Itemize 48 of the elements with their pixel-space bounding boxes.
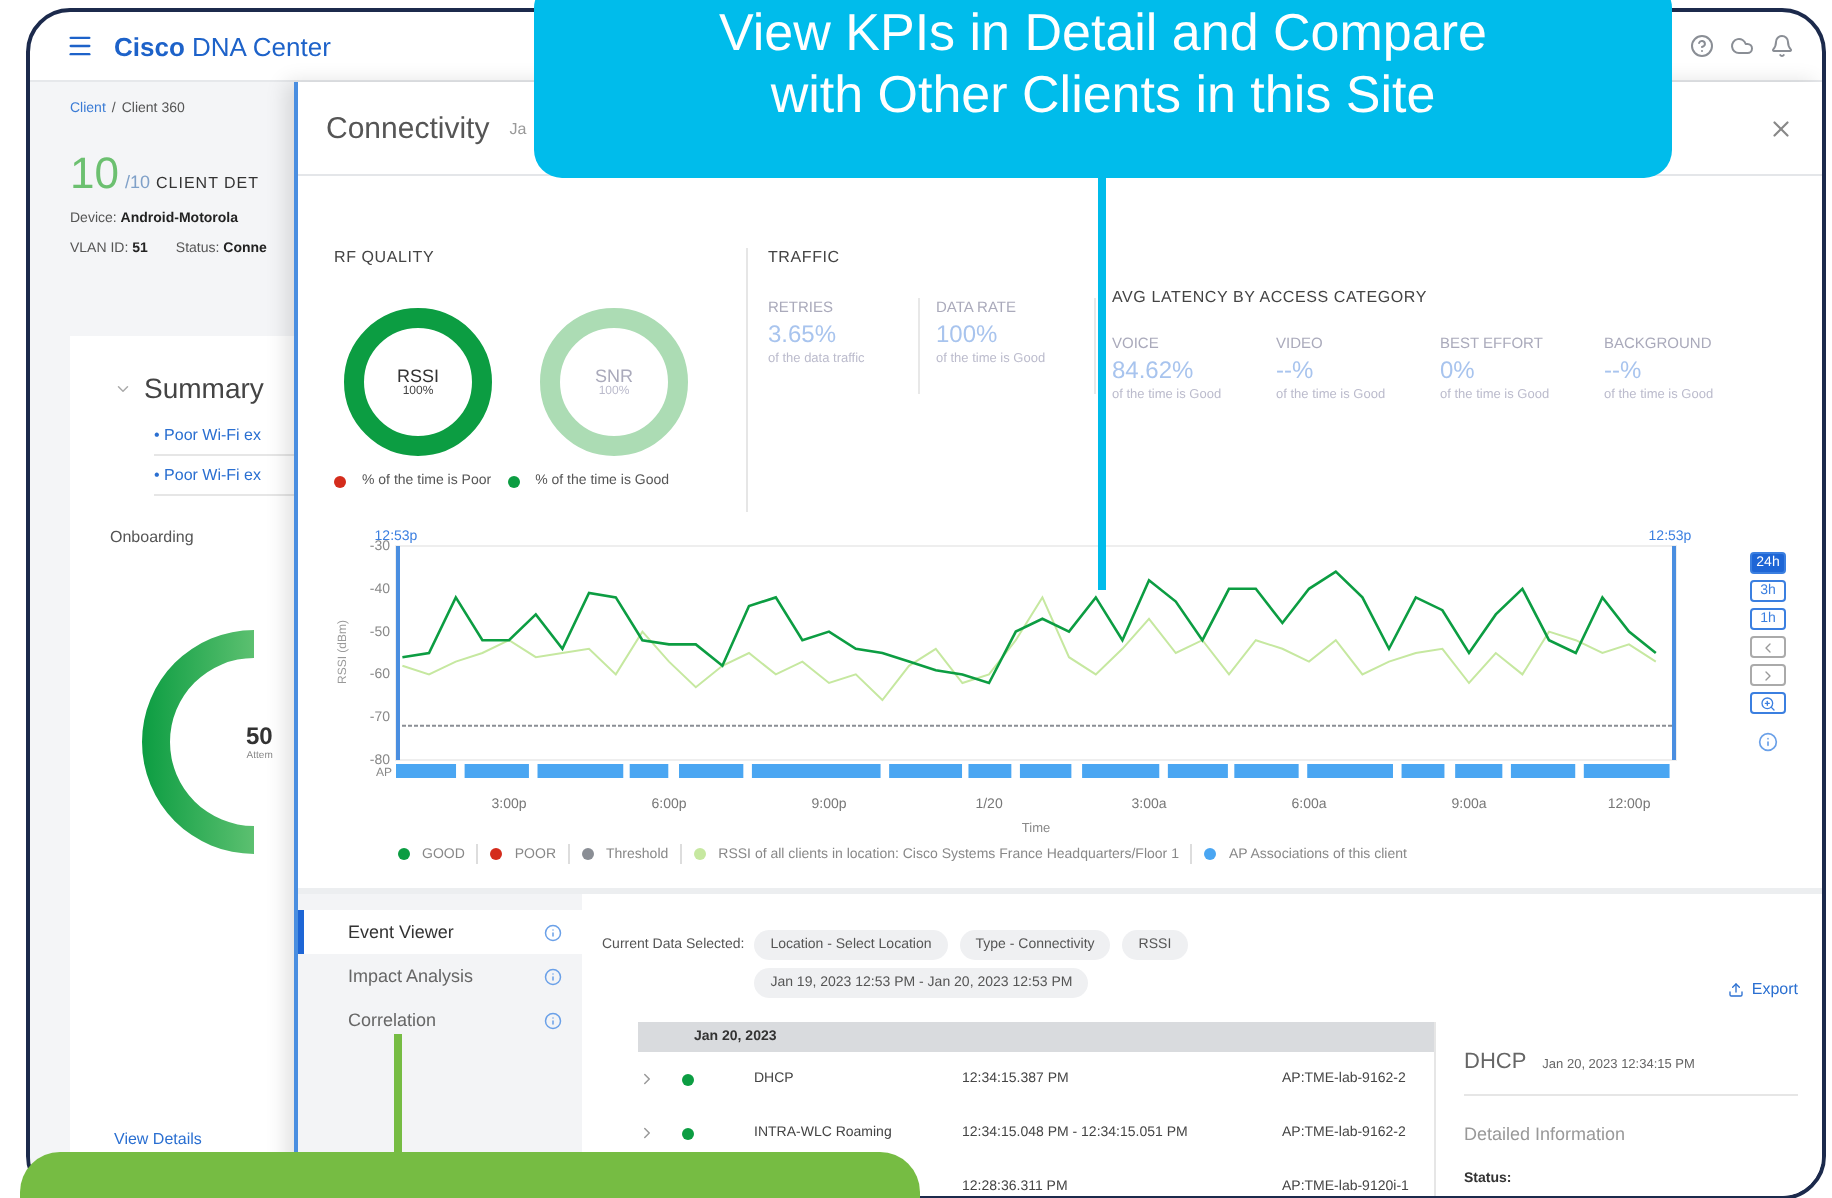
zoom-icon — [1760, 695, 1776, 711]
export-button[interactable]: Export — [1727, 980, 1798, 998]
app-title: Cisco DNA Center — [114, 31, 331, 61]
help-icon[interactable] — [1690, 34, 1714, 58]
section-title: AVG LATENCY BY ACCESS CATEGORY — [1112, 288, 1429, 306]
panel-title: Connectivity — [326, 111, 490, 145]
zoom-button[interactable] — [1750, 692, 1786, 714]
info-icon — [544, 967, 562, 985]
callout-text: View KPIs in Detail and Compare with Other Clients in this Site — [717, 1, 1489, 126]
chevron-right-icon — [1760, 667, 1776, 683]
info-icon[interactable] — [1758, 732, 1778, 752]
donut-label: RSSI — [396, 366, 439, 386]
panel-subtitle: Ja — [509, 119, 527, 137]
cloud-icon[interactable] — [1730, 34, 1754, 58]
detail-section-title: Detailed Information — [1464, 1124, 1628, 1144]
metric-value: --% — [1276, 356, 1316, 384]
status-dot — [682, 1127, 694, 1139]
detail-title: DHCP — [1464, 1050, 1527, 1074]
close-button[interactable] — [1768, 115, 1794, 141]
nav-tab[interactable]: Impact Analysis — [298, 954, 582, 998]
score-max: /10 — [124, 172, 150, 192]
expand-icon[interactable] — [638, 1070, 656, 1088]
status-dot — [682, 1073, 694, 1085]
health-score: 10 — [70, 148, 119, 200]
info-icon — [544, 1011, 562, 1029]
previous-button[interactable] — [1750, 636, 1786, 658]
menu-icon[interactable] — [66, 32, 94, 60]
metric-value: --% — [1604, 356, 1644, 384]
nav-tab[interactable]: Event Viewer — [298, 910, 582, 954]
metric-value: 3.65% — [768, 320, 839, 348]
next-button[interactable] — [1750, 664, 1786, 686]
info-icon — [544, 923, 562, 941]
view-details-link[interactable]: View Details — [114, 1130, 294, 1148]
onboarding-label: Onboarding — [110, 528, 196, 546]
bell-icon[interactable] — [1770, 34, 1794, 58]
section-title: CLIENT DET — [156, 174, 260, 192]
upload-icon — [1727, 981, 1744, 997]
metric-value: 100% — [936, 320, 1000, 348]
nav-tab[interactable]: Correlation — [298, 998, 582, 1042]
donut-label: SNR — [594, 366, 633, 386]
chevron-left-icon — [1760, 639, 1776, 655]
donut-value: 50 — [246, 722, 273, 750]
metric-value: 84.62% — [1112, 356, 1196, 384]
section-title: TRAFFIC — [768, 248, 842, 266]
expand-icon[interactable] — [638, 1124, 656, 1142]
summary-title: Summary — [144, 372, 264, 404]
metric-value: 0% — [1440, 356, 1477, 384]
section-title: RF QUALITY — [334, 248, 437, 266]
